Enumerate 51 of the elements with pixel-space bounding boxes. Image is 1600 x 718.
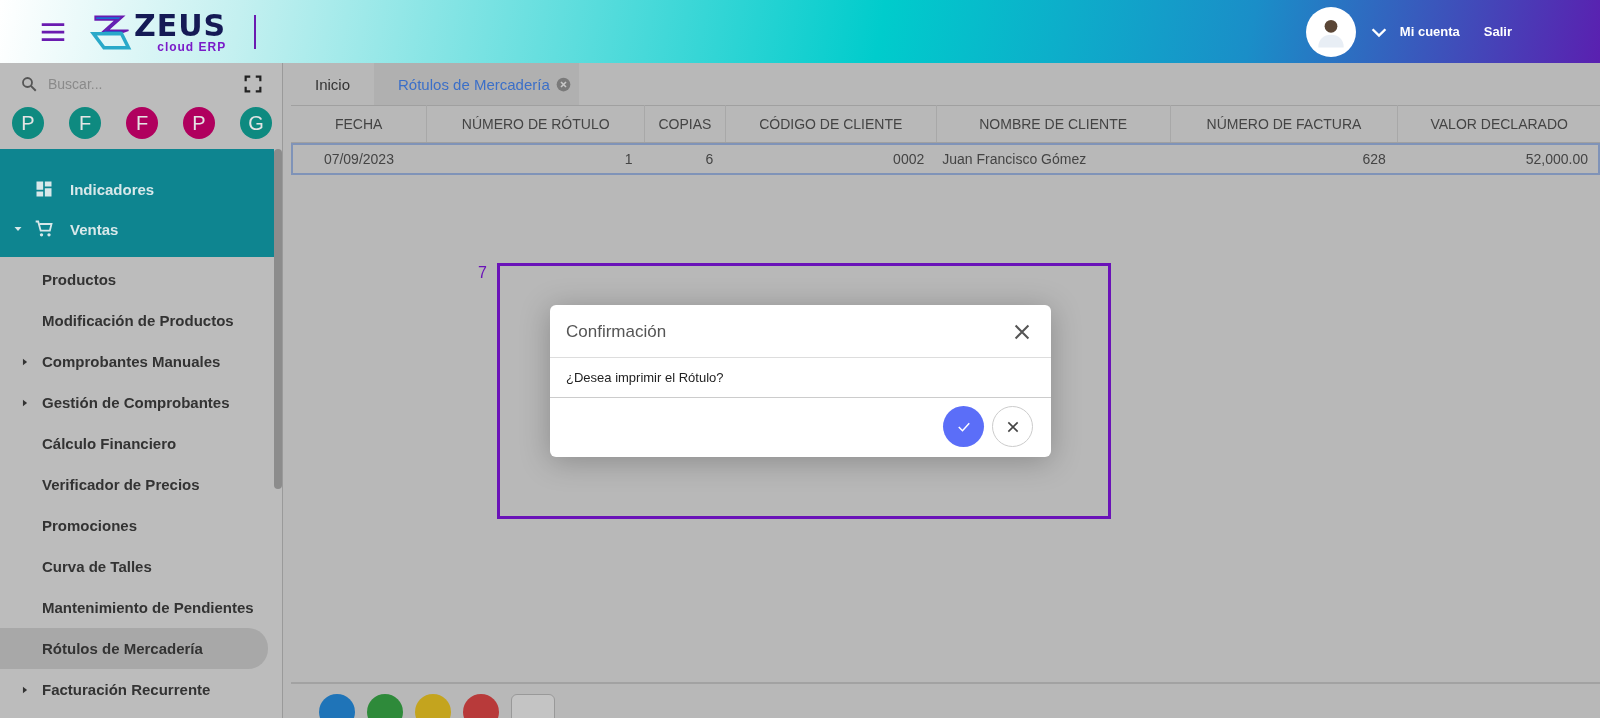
fullscreen-icon[interactable] xyxy=(242,73,264,95)
dialog-title: Confirmación xyxy=(566,322,667,342)
shortcut-button[interactable]: F xyxy=(69,107,101,139)
logo-name: ZEUS xyxy=(134,10,227,41)
logo[interactable]: ZEUS cloud ERP xyxy=(90,10,227,53)
column-header[interactable]: CÓDIGO DE CLIENTE xyxy=(725,105,937,143)
menu-item[interactable]: Cálculo Financiero xyxy=(0,423,268,464)
account-link[interactable]: Mi cuenta xyxy=(1399,24,1460,39)
shortcut-button[interactable]: F xyxy=(126,107,158,139)
table-row[interactable]: 07/09/2023 1 6 0002 Juan Francisco Gómez 628 52,000.00 xyxy=(291,142,1600,175)
menu-item[interactable]: Productos xyxy=(0,259,268,300)
table-cell: 628 xyxy=(1170,142,1398,175)
menu-item[interactable]: Ventas xyxy=(0,209,274,249)
table-cell: 52,000.00 xyxy=(1397,142,1600,175)
tab[interactable]: Inicio xyxy=(291,63,375,105)
column-header[interactable]: NÚMERO DE FACTURA xyxy=(1170,105,1398,143)
menu-item[interactable]: Modificación de Productos xyxy=(0,300,268,341)
shortcut-button[interactable]: P xyxy=(12,107,44,139)
table-cell: Juan Francisco Gómez xyxy=(936,142,1171,175)
shortcut-button[interactable]: G xyxy=(240,107,272,139)
scrollbar[interactable] xyxy=(274,149,282,489)
dashboard-icon xyxy=(34,179,54,199)
table-cell: 0002 xyxy=(725,142,937,175)
column-header[interactable]: NOMBRE DE CLIENTE xyxy=(936,105,1171,143)
column-header[interactable]: NÚMERO DE RÓTULO xyxy=(426,105,645,143)
logo-subtitle: cloud ERP xyxy=(157,40,227,53)
menu-item[interactable]: Comprobantes Manuales xyxy=(0,341,268,382)
column-header[interactable]: FECHA xyxy=(291,105,427,143)
menu-item[interactable]: Curva de Talles xyxy=(0,546,268,587)
table-cell: 6 xyxy=(644,142,726,175)
menu-item-label: Ventas xyxy=(70,220,119,238)
confirm-button[interactable] xyxy=(943,406,984,447)
menu-item[interactable]: Verificador de Precios xyxy=(0,464,268,505)
cart-icon xyxy=(34,219,54,239)
search-icon xyxy=(20,75,38,93)
logout-link[interactable]: Salir xyxy=(1483,24,1512,39)
table-cell: 1 xyxy=(426,142,645,175)
cancel-button[interactable] xyxy=(992,406,1033,447)
dialog-message: ¿Desea imprimir el Rótulo? xyxy=(550,358,1051,398)
menu-item[interactable]: Gestión de Comprobantes xyxy=(0,382,268,423)
menu-item[interactable]: Indicadores xyxy=(0,169,274,209)
column-header[interactable]: VALOR DECLARADO xyxy=(1397,105,1600,143)
shortcut-button[interactable]: P xyxy=(183,107,215,139)
menu-item[interactable]: Promociones xyxy=(0,505,268,546)
annotation-label: 7 xyxy=(478,264,487,282)
menu-item-label: Indicadores xyxy=(70,180,155,198)
menu-item[interactable]: Facturación Recurrente xyxy=(0,669,268,710)
column-header[interactable]: COPIAS xyxy=(644,105,726,143)
menu-item[interactable]: Mantenimiento de Pendientes xyxy=(0,587,268,628)
menu-item[interactable]: Rótulos de Mercadería xyxy=(0,628,268,669)
table-cell: 07/09/2023 xyxy=(291,142,427,175)
